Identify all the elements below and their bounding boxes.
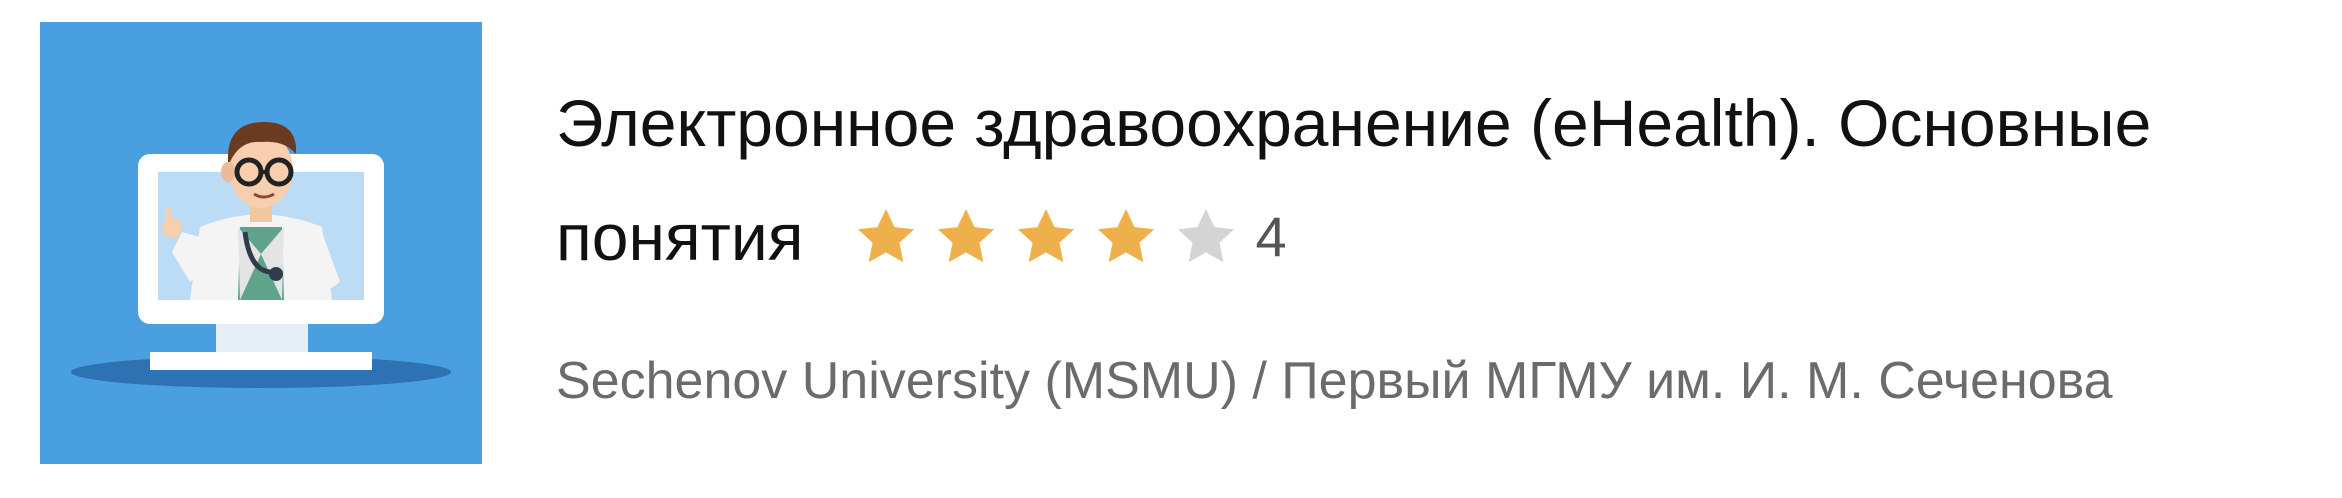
course-provider[interactable]: Sechenov University (MSMU) / Первый МГМУ… (556, 346, 2113, 416)
course-thumbnail[interactable] (40, 22, 482, 464)
course-title-line2: понятия (556, 200, 804, 274)
star-empty-icon (1173, 204, 1239, 270)
star-filled-icon (1093, 204, 1159, 270)
course-card[interactable]: Электронное здравоохранение (eHealth). О… (0, 0, 2342, 498)
course-title-line1: Электронное здравоохранение (eHealth). О… (556, 86, 2152, 160)
rating: 4 (853, 180, 1287, 294)
star-filled-icon (933, 204, 999, 270)
doctor-in-monitor-icon (71, 122, 451, 388)
star-filled-icon (853, 204, 919, 270)
star-filled-icon (1013, 204, 1079, 270)
rating-value: 4 (1255, 205, 1287, 268)
course-title[interactable]: Электронное здравоохранение (eHealth). О… (556, 66, 2316, 294)
